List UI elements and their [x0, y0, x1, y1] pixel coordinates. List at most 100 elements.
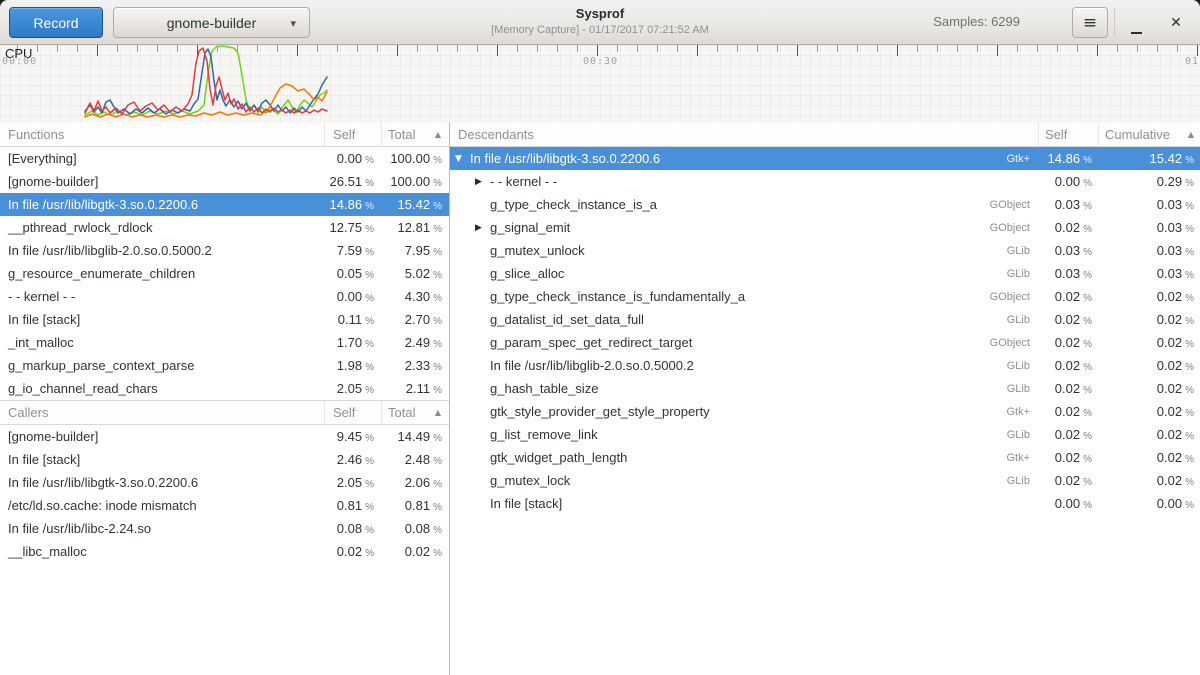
percent-sign: % [433, 433, 442, 444]
table-row[interactable]: g_type_check_instance_is_fundamentally_a… [450, 285, 1200, 308]
descendants-cumulative-column-header[interactable]: Cumulative ▲ [1098, 122, 1200, 146]
cumulative-value: 15.42% [1098, 151, 1200, 166]
descendant-name: g_signal_emit [490, 220, 570, 235]
table-row[interactable]: In file /usr/lib/libgtk-3.so.0.2200.62.0… [0, 471, 449, 494]
descendant-name: gtk_widget_path_length [490, 450, 627, 465]
expander-icon[interactable]: ▶ [475, 177, 488, 187]
cumulative-value: 0.03% [1098, 220, 1200, 235]
table-row[interactable]: g_param_spec_get_redirect_targetGObject0… [450, 331, 1200, 354]
table-row[interactable]: [Everything]0.00%100.00% [0, 147, 449, 170]
table-row[interactable]: g_mutex_lockGLib0.02%0.02% [450, 469, 1200, 492]
library-tag: Gtk+ [958, 406, 1038, 418]
functions-self-column-header[interactable]: Self [324, 122, 381, 146]
self-value-number: 1.70 [337, 335, 362, 350]
table-row[interactable]: [gnome-builder]26.51%100.00% [0, 170, 449, 193]
record-button[interactable]: Record [9, 7, 103, 38]
window-subtitle: [Memory Capture] - 01/17/2017 07:21:52 A… [330, 23, 870, 37]
total-value: 15.42% [381, 197, 449, 212]
table-row[interactable]: g_io_channel_read_chars2.05%2.11% [0, 377, 449, 400]
table-row[interactable]: In file /usr/lib/libglib-2.0.so.0.5000.2… [0, 239, 449, 262]
table-row[interactable]: gtk_style_provider_get_style_propertyGtk… [450, 400, 1200, 423]
table-row[interactable]: /etc/ld.so.cache: inode mismatch0.81%0.8… [0, 494, 449, 517]
table-row[interactable]: In file /usr/lib/libc-2.24.so0.08%0.08% [0, 517, 449, 540]
cumulative-value: 0.02% [1098, 381, 1200, 396]
table-row[interactable]: gtk_widget_path_lengthGtk+0.02%0.02% [450, 446, 1200, 469]
self-value: 0.02% [1038, 312, 1098, 327]
descendants-self-column-header[interactable]: Self [1038, 122, 1098, 146]
descendants-column-header[interactable]: Descendants [450, 122, 1038, 146]
process-selector-dropdown[interactable]: gnome-builder ▾ [113, 7, 310, 38]
total-value: 2.48% [381, 452, 449, 467]
descendant-name-cell: g_type_check_instance_is_a [450, 197, 958, 212]
percent-sign: % [1083, 477, 1092, 488]
functions-column-header[interactable]: Functions [0, 122, 324, 146]
table-row[interactable]: In file /usr/lib/libglib-2.0.so.0.5000.2… [450, 354, 1200, 377]
descendant-name: In file [stack] [490, 496, 562, 511]
total-value-number: 0.02 [405, 544, 430, 559]
chevron-down-icon: ▾ [290, 17, 296, 30]
self-value-number: 0.02 [1055, 335, 1080, 350]
descendant-name-cell: g_mutex_lock [450, 473, 958, 488]
table-row[interactable]: _int_malloc1.70%2.49% [0, 331, 449, 354]
table-row[interactable]: g_mutex_unlockGLib0.03%0.03% [450, 239, 1200, 262]
self-value: 0.02% [1038, 220, 1098, 235]
table-row[interactable]: g_list_remove_linkGLib0.02%0.02% [450, 423, 1200, 446]
close-button[interactable]: ✕ [1159, 7, 1193, 38]
percent-sign: % [1083, 454, 1092, 465]
process-selector-label: gnome-builder [167, 15, 257, 31]
library-tag: GLib [958, 268, 1038, 280]
function-name-cell: __pthread_rwlock_rdlock [0, 220, 324, 235]
table-row[interactable]: ▼In file /usr/lib/libgtk-3.so.0.2200.6Gt… [450, 147, 1200, 170]
percent-sign: % [433, 548, 442, 559]
cumulative-value-number: 0.02 [1157, 289, 1182, 304]
table-row[interactable]: __libc_malloc0.02%0.02% [0, 540, 449, 563]
cpu-graph[interactable]: CPU 00:00 00:30 01:00 [0, 45, 1200, 122]
callers-total-column-header[interactable]: Total ▲ [381, 401, 449, 424]
function-name-cell: _int_malloc [0, 335, 324, 350]
self-value-number: 2.46 [337, 452, 362, 467]
table-row[interactable]: g_datalist_id_set_data_fullGLib0.02%0.02… [450, 308, 1200, 331]
descendants-cumulative-label: Cumulative [1105, 127, 1170, 142]
table-row[interactable]: In file [stack]0.11%2.70% [0, 308, 449, 331]
table-row[interactable]: g_markup_parse_context_parse1.98%2.33% [0, 354, 449, 377]
table-row[interactable]: __pthread_rwlock_rdlock12.75%12.81% [0, 216, 449, 239]
self-value: 0.02% [1038, 335, 1098, 350]
library-tag: GObject [958, 291, 1038, 303]
self-value: 12.75% [324, 220, 381, 235]
table-row[interactable]: g_slice_allocGLib0.03%0.03% [450, 262, 1200, 285]
table-row[interactable]: In file [stack]0.00%0.00% [450, 492, 1200, 515]
library-tag: GObject [958, 337, 1038, 349]
self-value-number: 0.02 [1055, 473, 1080, 488]
total-value: 2.06% [381, 475, 449, 490]
table-row[interactable]: g_resource_enumerate_children0.05%5.02% [0, 262, 449, 285]
percent-sign: % [1185, 362, 1194, 373]
table-row[interactable]: [gnome-builder]9.45%14.49% [0, 425, 449, 448]
self-value: 0.02% [1038, 427, 1098, 442]
table-row[interactable]: g_hash_table_sizeGLib0.02%0.02% [450, 377, 1200, 400]
expander-icon[interactable]: ▶ [475, 223, 488, 233]
total-value: 7.95% [381, 243, 449, 258]
timeline-label-mid: 00:30 [583, 56, 618, 67]
table-row[interactable]: - - kernel - -0.00%4.30% [0, 285, 449, 308]
functions-total-column-header[interactable]: Total ▲ [381, 122, 449, 146]
window-title: Sysprof [330, 5, 870, 23]
table-row[interactable]: ▶g_signal_emitGObject0.02%0.03% [450, 216, 1200, 239]
total-value-number: 0.08 [405, 521, 430, 536]
minimize-button[interactable] [1119, 7, 1153, 38]
callers-column-header[interactable]: Callers [0, 401, 324, 424]
descendant-name-cell: In file [stack] [450, 496, 958, 511]
self-value: 2.05% [324, 475, 381, 490]
percent-sign: % [433, 479, 442, 490]
percent-sign: % [1083, 293, 1092, 304]
menu-button[interactable]: ≡ [1072, 7, 1108, 38]
callers-self-column-header[interactable]: Self [324, 401, 381, 424]
table-row[interactable]: g_type_check_instance_is_aGObject0.03%0.… [450, 193, 1200, 216]
expander-icon[interactable]: ▼ [455, 154, 468, 164]
table-row[interactable]: In file [stack]2.46%2.48% [0, 448, 449, 471]
percent-sign: % [365, 339, 374, 350]
cumulative-value: 0.02% [1098, 450, 1200, 465]
function-name-cell: [gnome-builder] [0, 174, 324, 189]
table-row[interactable]: In file /usr/lib/libgtk-3.so.0.2200.614.… [0, 193, 449, 216]
self-value-number: 0.03 [1055, 243, 1080, 258]
table-row[interactable]: ▶- - kernel - -0.00%0.29% [450, 170, 1200, 193]
